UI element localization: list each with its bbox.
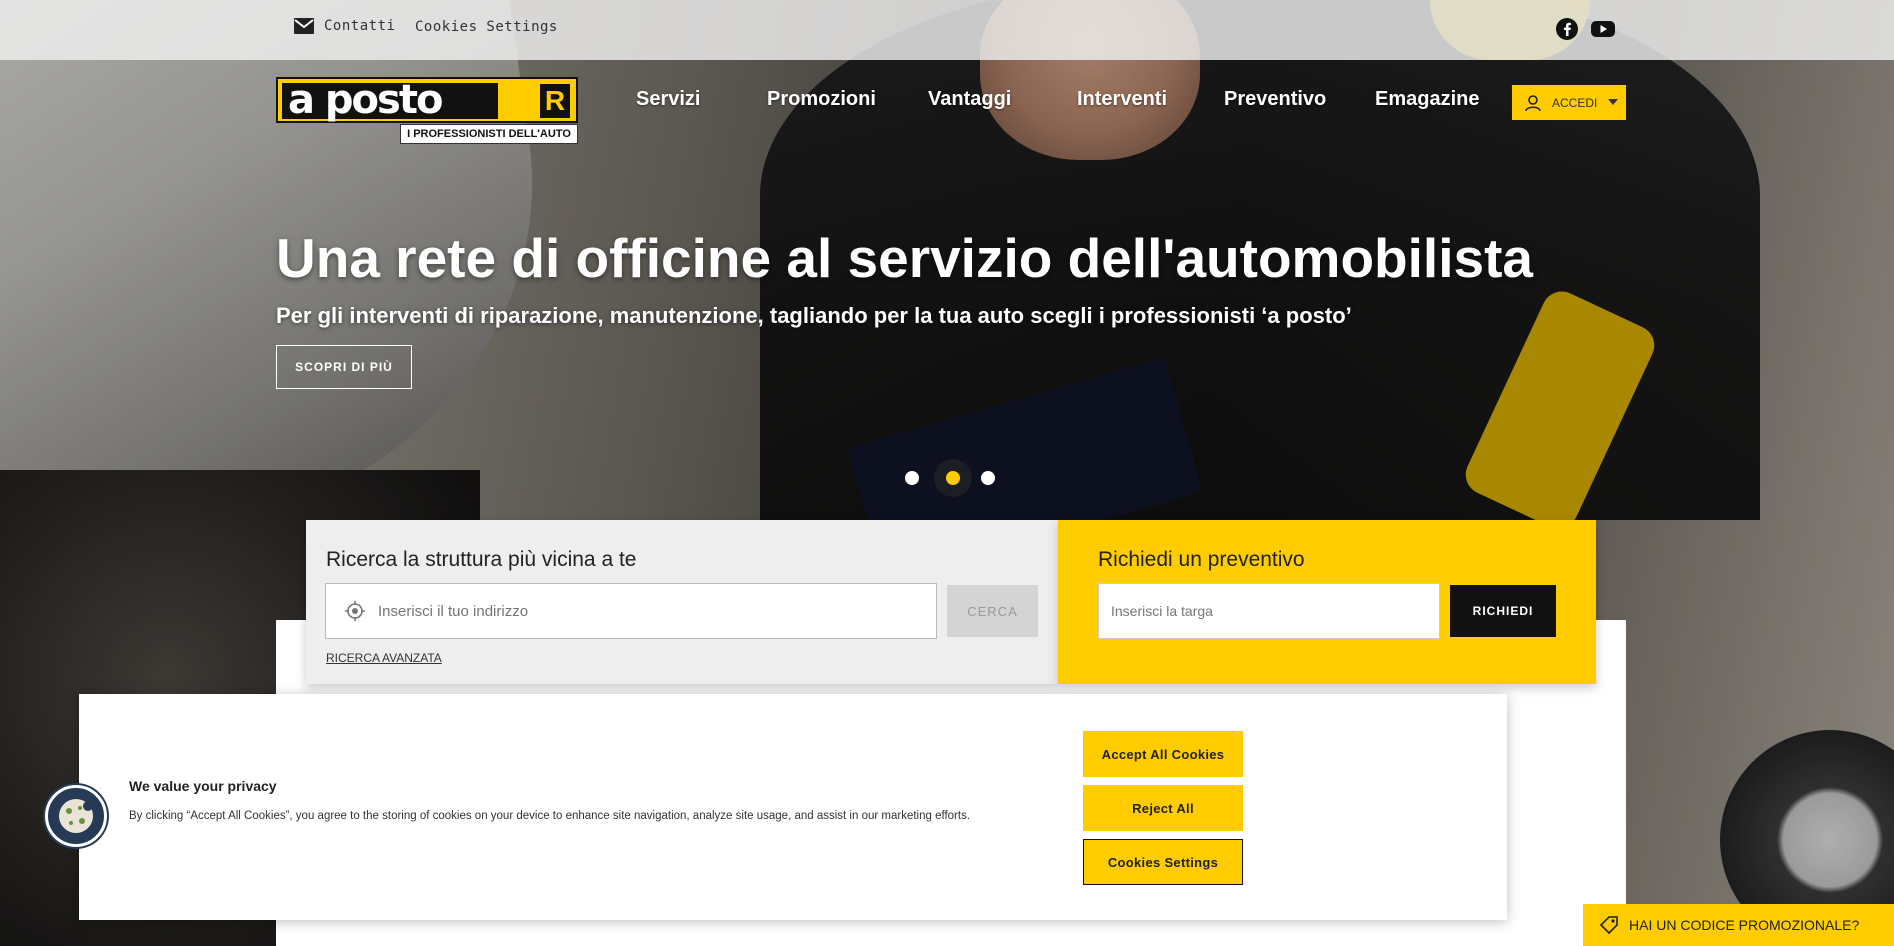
carousel-dot-3[interactable] [981, 471, 995, 485]
user-icon [1525, 94, 1541, 111]
login-label: ACCEDI [1552, 95, 1598, 110]
nav-servizi[interactable]: Servizi [636, 88, 700, 111]
site-logo[interactable]: a posto R I PROFESSIONISTI DELL'AUTO [276, 62, 578, 146]
plate-input[interactable] [1111, 603, 1421, 619]
login-button[interactable]: ACCEDI [1512, 85, 1626, 120]
cookie-banner-text: By clicking “Accept All Cookies”, you ag… [129, 810, 971, 822]
plate-field[interactable] [1098, 583, 1440, 639]
mail-icon [294, 18, 314, 34]
nav-promozioni[interactable]: Promozioni [767, 88, 876, 111]
nav-interventi[interactable]: Interventi [1077, 88, 1167, 111]
address-input[interactable] [378, 602, 878, 620]
nav-preventivo[interactable]: Preventivo [1224, 88, 1326, 111]
logo-wordmark-block: a posto R [276, 77, 578, 123]
accept-all-cookies-button[interactable]: Accept All Cookies [1083, 731, 1243, 777]
store-search-title: Ricerca la struttura più vicina a te [326, 548, 637, 571]
reject-all-button[interactable]: Reject All [1083, 785, 1243, 831]
chevron-down-icon [1608, 99, 1618, 105]
tag-icon [1599, 916, 1618, 935]
rhiag-mark-icon: R [540, 84, 570, 118]
search-button[interactable]: CERCA [947, 585, 1038, 637]
store-search-panel: Ricerca la struttura più vicina a te CER… [306, 520, 1058, 684]
nav-vantaggi[interactable]: Vantaggi [928, 88, 1011, 111]
nav-emagazine[interactable]: Emagazine [1375, 88, 1479, 111]
logo-tagline: I PROFESSIONISTI DELL'AUTO [400, 124, 578, 144]
request-quote-button[interactable]: RICHIEDI [1450, 585, 1556, 637]
carousel-dot-2-active[interactable] [934, 459, 972, 497]
carousel-dot-1[interactable] [905, 471, 919, 485]
youtube-icon[interactable] [1590, 17, 1616, 41]
hero-title: Una rete di officine al servizio dell'au… [276, 227, 1533, 289]
promo-code-label: HAI UN CODICE PROMOZIONALE? [1629, 917, 1860, 933]
carousel-dots [905, 459, 995, 497]
discover-more-button[interactable]: SCOPRI DI PIÙ [276, 345, 412, 389]
cookies-settings-link[interactable]: Cookies Settings [415, 19, 558, 35]
top-bar: Contatti Cookies Settings [0, 0, 1894, 60]
cookie-preferences-button[interactable] [45, 785, 107, 847]
cookie-icon [59, 799, 93, 833]
promo-code-tab[interactable]: HAI UN CODICE PROMOZIONALE? [1583, 904, 1894, 946]
contact-label: Contatti [324, 18, 396, 34]
facebook-icon[interactable] [1555, 17, 1579, 41]
quote-title: Richiedi un preventivo [1098, 548, 1305, 571]
location-target-icon [345, 601, 365, 621]
address-field[interactable] [325, 583, 937, 639]
quote-request-panel: Richiedi un preventivo RICHIEDI [1058, 520, 1596, 684]
advanced-search-link[interactable]: RICERCA AVANZATA [326, 651, 442, 665]
logo-wordmark: a posto [282, 80, 498, 120]
cookie-banner-title: We value your privacy [129, 778, 277, 794]
cookie-settings-button[interactable]: Cookies Settings [1083, 839, 1243, 885]
hero-subtitle: Per gli interventi di riparazione, manut… [276, 303, 1352, 328]
cookie-consent-banner: We value your privacy By clicking “Accep… [79, 694, 1507, 920]
contact-link[interactable]: Contatti [294, 18, 395, 34]
